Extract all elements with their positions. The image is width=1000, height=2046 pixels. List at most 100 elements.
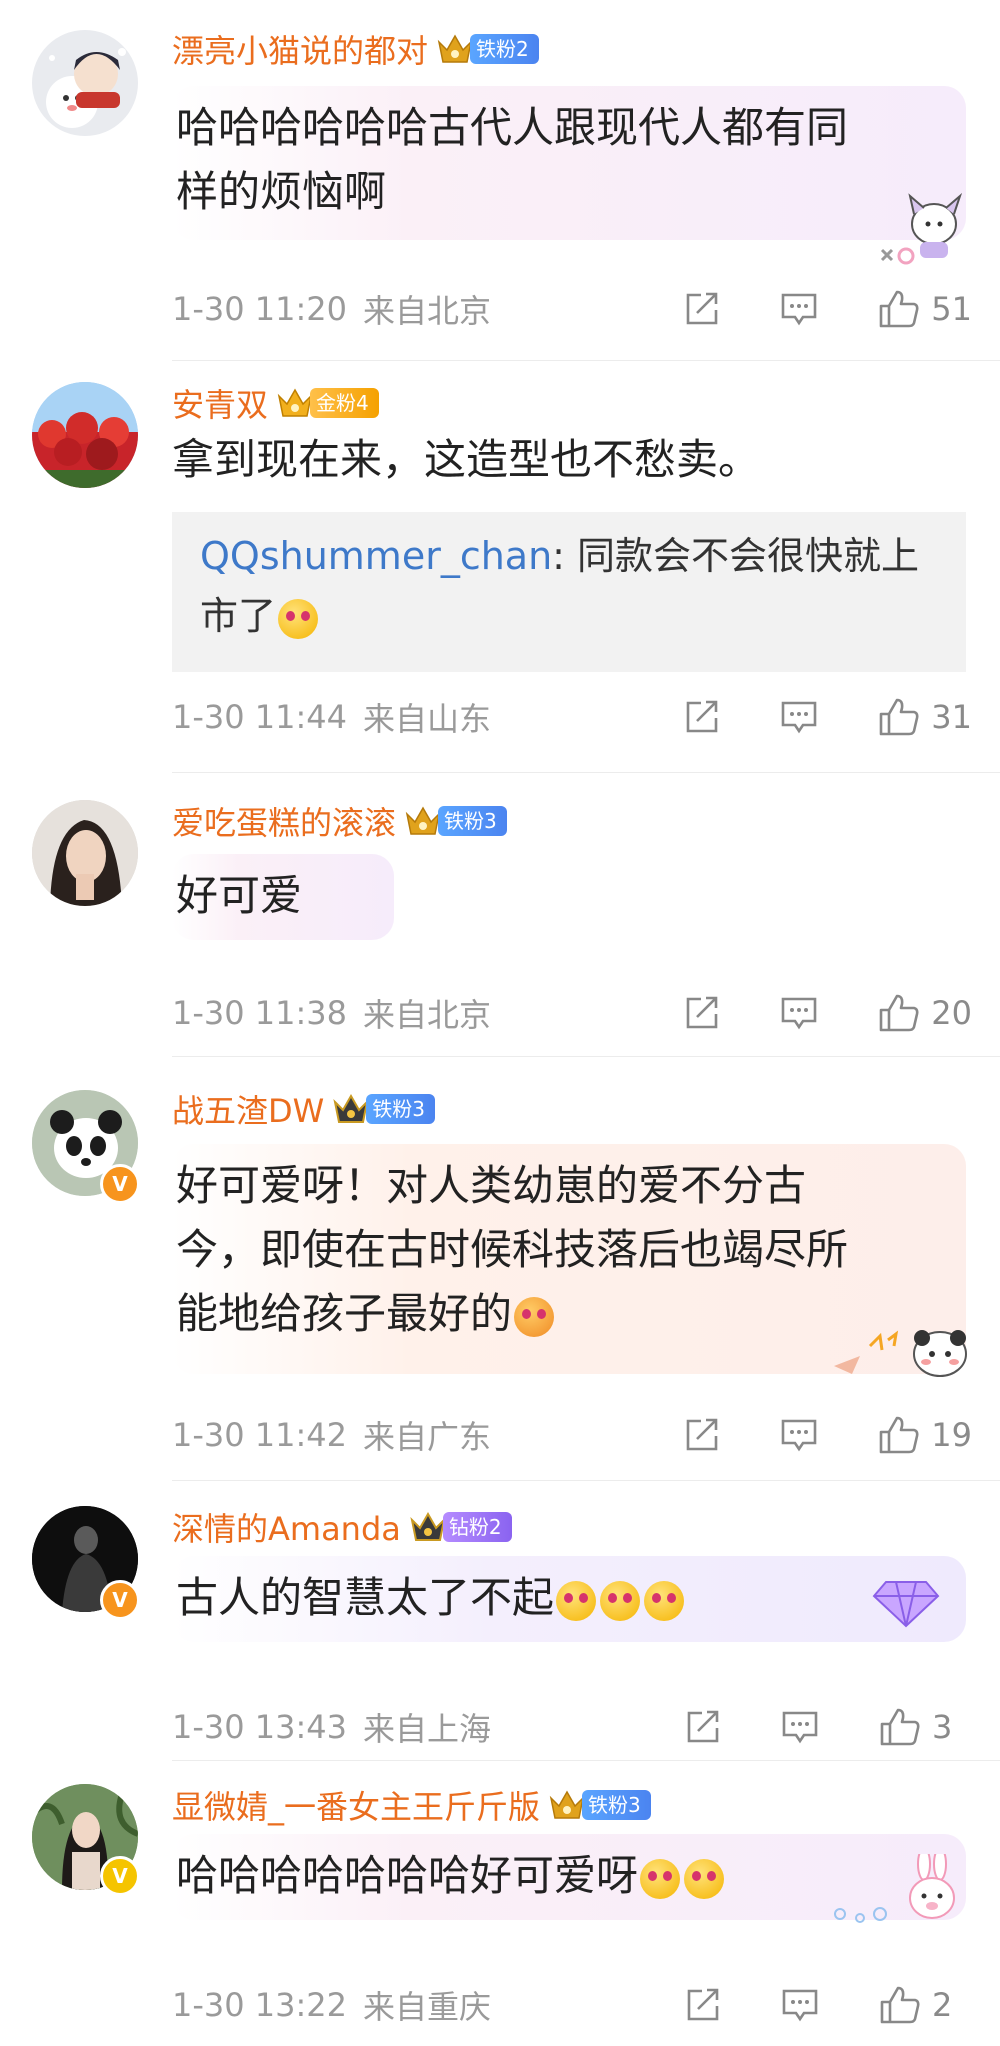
repost-button[interactable] — [683, 995, 721, 1031]
repost-icon — [686, 996, 718, 1029]
like-icon — [879, 994, 919, 1032]
repost-icon — [686, 700, 718, 733]
comment-icon — [781, 997, 817, 1030]
username[interactable]: 爱吃蛋糕的滚滚 — [172, 798, 396, 844]
username[interactable]: 战五渣DW — [172, 1086, 324, 1132]
like-icon — [880, 1986, 920, 2024]
quoted-reply[interactable]: QQshummer_chan: 同款会不会很快就上 市了 — [172, 512, 966, 672]
love-emoji — [556, 1580, 597, 1621]
repost-button[interactable] — [684, 1709, 722, 1745]
love-emoji — [600, 1580, 641, 1621]
crown-icon — [405, 806, 441, 835]
like-icon — [880, 1708, 920, 1746]
bunny-sticker-icon — [834, 1854, 955, 1923]
location: 来自北京 — [363, 292, 492, 330]
like-button[interactable]: 2 — [878, 1984, 972, 2026]
avatar[interactable] — [32, 382, 138, 488]
location: 来自山东 — [363, 700, 492, 738]
comment-button[interactable] — [779, 1417, 819, 1453]
fan-badge[interactable]: 铁粉3 — [438, 806, 507, 836]
verified-v-icon: V — [100, 1856, 140, 1896]
username[interactable]: 漂亮小猫说的都对 — [172, 26, 428, 72]
crown-icon — [333, 1093, 369, 1123]
like-icon — [879, 698, 919, 736]
comment-text: 好可爱 — [172, 854, 394, 940]
username[interactable]: 安青双 — [172, 380, 268, 426]
comment-icon — [782, 1989, 818, 2022]
fan-badge[interactable]: 钻粉2 — [442, 1512, 512, 1542]
like-count: 2 — [932, 1986, 953, 2024]
comment-item: 安青双 金粉4 拿到现在来，这造型也不愁卖。 QQshummer_chan: 同… — [0, 362, 1000, 752]
divider — [172, 1480, 1000, 1481]
fan-badge[interactable]: 铁粉3 — [366, 1094, 436, 1124]
timestamp: 1-30 11:44 — [172, 698, 348, 736]
repost-button[interactable] — [683, 1417, 721, 1453]
repost-icon — [686, 292, 718, 325]
location: 来自广东 — [363, 1418, 492, 1456]
divider — [172, 360, 1000, 361]
laugh-cry-emoji — [684, 1858, 725, 1899]
comment-icon — [781, 701, 817, 734]
comment-icon — [781, 1419, 817, 1452]
like-count: 31 — [931, 698, 972, 736]
comment-text: 古人的智慧太了不起 — [172, 1556, 966, 1642]
crown-icon — [549, 1790, 585, 1819]
comment-text: 哈哈哈哈哈哈古代人跟现代人都有同 样的烦恼啊 — [172, 86, 966, 240]
sticker-decoration-icon — [880, 192, 963, 265]
love-emoji — [644, 1580, 685, 1621]
comment-item: 爱吃蛋糕的滚滚 铁粉3 好可爱 1-30 11:38 来自北京 20 — [0, 774, 1000, 1054]
comment-item: V 战五渣DW 铁粉3 好可爱呀！对人类幼崽的爱不分古 今，即使在古时候科技落后… — [0, 1058, 1000, 1478]
verified-v-icon: V — [100, 1580, 140, 1620]
comment-button[interactable] — [779, 995, 819, 1031]
location: 来自重庆 — [363, 1988, 492, 2026]
comment-button[interactable] — [780, 1709, 820, 1745]
comment-button[interactable] — [779, 291, 819, 327]
like-count: 19 — [931, 1416, 972, 1454]
location: 来自北京 — [363, 996, 492, 1034]
repost-button[interactable] — [683, 699, 721, 735]
like-button[interactable]: 20 — [877, 992, 972, 1034]
comment-button[interactable] — [779, 699, 819, 735]
like-button[interactable]: 3 — [878, 1706, 972, 1748]
laugh-cry-emoji — [640, 1858, 681, 1899]
quote-text: 市了 — [200, 594, 277, 638]
username[interactable]: 显微婧_一番女主王斤斤版 — [172, 1782, 540, 1828]
like-button[interactable]: 19 — [877, 1414, 972, 1456]
repost-button[interactable] — [684, 1987, 722, 2023]
comment-icon — [781, 293, 817, 326]
location: 来自上海 — [363, 1710, 492, 1748]
timestamp: 1-30 13:22 — [172, 1986, 348, 2024]
avatar[interactable] — [32, 800, 138, 906]
fan-badge[interactable]: 金粉4 — [310, 388, 379, 418]
repost-icon — [687, 1710, 719, 1743]
fan-badge[interactable]: 铁粉2 — [470, 34, 539, 64]
crown-icon — [277, 388, 313, 417]
comment-button[interactable] — [780, 1987, 820, 2023]
like-count: 20 — [931, 994, 972, 1032]
like-icon — [879, 290, 919, 328]
like-button[interactable]: 31 — [877, 696, 972, 738]
divider — [172, 1760, 1000, 1761]
panda-sticker-icon — [834, 1330, 967, 1377]
quote-text: : 同款会不会很快就上 — [552, 534, 920, 578]
like-icon — [879, 1416, 919, 1454]
comment-icon — [782, 1711, 818, 1744]
divider — [172, 772, 1000, 773]
like-count: 3 — [932, 1708, 953, 1746]
quote-username[interactable]: QQshummer_chan — [200, 534, 552, 578]
comment-item: V 深情的Amanda 钻粉2 古人的智慧太了不起 1-30 13:43 来自上… — [0, 1482, 1000, 1758]
verified-v-icon: V — [100, 1164, 140, 1204]
comment-item: V 显微婧_一番女主王斤斤版 铁粉3 哈哈哈哈哈哈哈好可爱呀 1-30 13:2… — [0, 1762, 1000, 2046]
fan-badge[interactable]: 铁粉3 — [582, 1790, 651, 1820]
crown-icon — [410, 1511, 446, 1541]
username[interactable]: 深情的Amanda — [172, 1504, 401, 1550]
timestamp: 1-30 11:20 — [172, 290, 348, 328]
divider — [172, 1056, 1000, 1057]
avatar[interactable] — [32, 30, 138, 136]
comment-text: 拿到现在来，这造型也不愁卖。 — [172, 435, 761, 484]
timestamp: 1-30 13:43 — [172, 1708, 348, 1746]
diamond-decoration-icon — [872, 1581, 940, 1628]
timestamp: 1-30 11:38 — [172, 994, 348, 1032]
repost-button[interactable] — [683, 291, 721, 327]
like-button[interactable]: 51 — [877, 288, 972, 330]
